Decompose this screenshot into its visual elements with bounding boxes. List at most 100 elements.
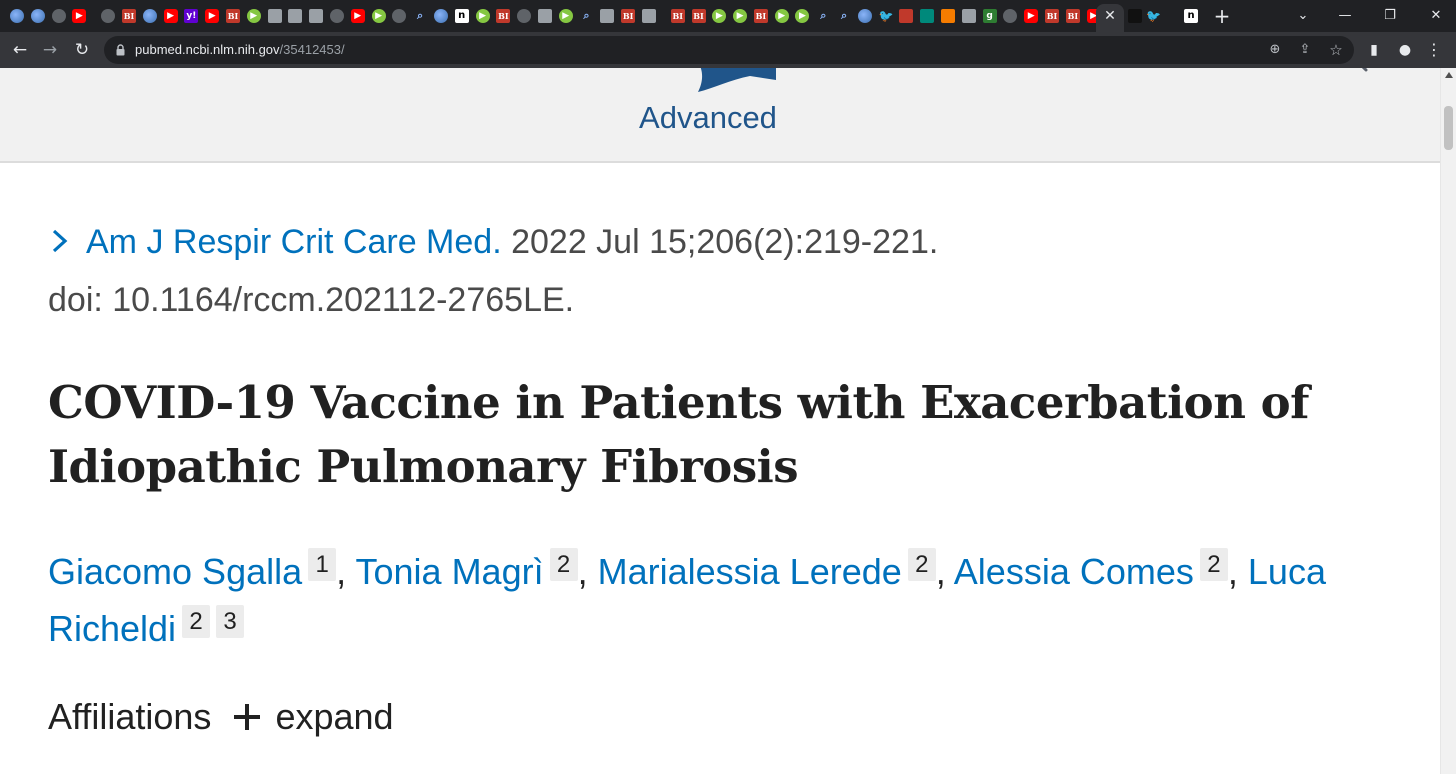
tab-favicon-business-insider-icon[interactable]: BI — [496, 9, 511, 23]
tab-favicon-rumble-icon[interactable]: ▶ — [774, 9, 789, 23]
affiliation-number-button[interactable]: 2 — [1199, 548, 1228, 581]
tab-favicon-red-icon[interactable] — [899, 9, 914, 23]
tab-search-icon[interactable]: ⌄ — [1288, 4, 1318, 28]
tab-favicon-globe-icon[interactable] — [857, 9, 872, 23]
tab-favicon-globe-icon[interactable] — [142, 9, 157, 23]
tab-favicon-search-icon[interactable]: ⌕ — [580, 9, 594, 23]
page-scrollbar[interactable] — [1440, 68, 1456, 774]
affiliation-number-button[interactable]: 1 — [308, 548, 337, 581]
affiliations-label: Affiliations — [48, 696, 212, 737]
tab-favicon-p[interactable] — [1128, 9, 1142, 23]
tab-favicon-rumble-icon[interactable]: ▶ — [475, 9, 490, 23]
tab-favicon-globe-icon[interactable] — [433, 9, 448, 23]
tab-favicon-rumble-icon[interactable]: ▶ — [733, 9, 748, 23]
article-content: Am J Respir Crit Care Med. 2022 Jul 15;2… — [0, 165, 1440, 774]
tab-favicon-yahoo-icon[interactable]: y! — [184, 9, 199, 23]
tab-favicon-youtube-icon[interactable]: ▶ — [1024, 9, 1039, 23]
plus-icon[interactable] — [233, 703, 261, 731]
tab-favicon-business-insider-icon[interactable]: BI — [753, 9, 768, 23]
tab-favicon-gray-icon[interactable] — [309, 9, 324, 23]
author-link[interactable]: Alessia Comes — [954, 551, 1194, 592]
zoom-icon[interactable]: ⊕ — [1264, 40, 1286, 60]
new-tab-button[interactable]: + — [1212, 5, 1232, 27]
tab-favicon-rumble-icon[interactable]: ▶ — [246, 9, 261, 23]
tab-favicon-globe-icon[interactable] — [30, 9, 45, 23]
scrollbar-thumb[interactable] — [1444, 106, 1453, 150]
tab-favicon-youtube-icon[interactable]: ▶ — [72, 9, 87, 23]
tab-favicon-search-icon[interactable]: ⌕ — [816, 9, 830, 23]
tab-favicon-orange-icon[interactable] — [941, 9, 956, 23]
url-path: /35412453/ — [279, 42, 345, 57]
tab-favicon-blank-icon[interactable] — [329, 9, 344, 23]
close-window-button[interactable]: ✕ — [1421, 4, 1451, 28]
tab-favicon-green-icon[interactable]: g — [982, 9, 997, 23]
tab-favicon-business-insider-icon[interactable]: BI — [121, 9, 136, 23]
affiliation-number-button[interactable]: 2 — [907, 548, 936, 581]
share-icon[interactable]: ⇪ — [1294, 40, 1316, 60]
affiliation-number-button[interactable]: 3 — [216, 605, 245, 638]
tab-favicon-youtube-icon[interactable]: ▶ — [163, 9, 178, 23]
minimize-button[interactable]: — — [1330, 4, 1360, 28]
affiliations-expand-button[interactable]: expand — [233, 693, 394, 741]
tab-favicon-business-insider-icon[interactable]: BI — [691, 9, 706, 23]
tab-favicon-rumble-icon[interactable]: ▶ — [795, 9, 810, 23]
tab-favicon-youtube-icon[interactable]: ▶ — [205, 9, 220, 23]
url-text[interactable]: pubmed.ncbi.nlm.nih.gov/35412453/ — [135, 42, 345, 58]
tab-favicon-rumble-icon[interactable]: ▶ — [712, 9, 727, 23]
lock-icon[interactable] — [116, 44, 125, 56]
tab-favicon-teal-icon[interactable] — [920, 9, 935, 23]
tab-favicon-blank-icon[interactable] — [101, 9, 116, 23]
author-link[interactable]: Tonia Magrì — [356, 551, 544, 592]
tab-favicon-business-insider-icon[interactable]: BI — [1045, 9, 1060, 23]
forward-button[interactable]: → — [38, 38, 62, 62]
tab-favicon-youtube-icon[interactable]: ▶ — [350, 9, 365, 23]
tab-favicon-business-insider-icon[interactable]: BI — [225, 9, 240, 23]
author-list: Giacomo Sgalla 1, Tonia Magrì 2, Marialess… — [48, 543, 1348, 657]
tab-favicon-business-insider-icon[interactable]: BI — [670, 9, 685, 23]
tab-favicon-gray-icon[interactable] — [267, 9, 282, 23]
tab-favicon-gray-icon[interactable] — [961, 9, 976, 23]
journal-link[interactable]: Am J Respir Crit Care Med. — [86, 223, 502, 261]
tab-favicon-gray-icon[interactable] — [288, 9, 303, 23]
tab-favicon-blank-icon[interactable] — [392, 9, 407, 23]
browser-menu-icon[interactable]: ⋮ — [1422, 38, 1446, 62]
profile-avatar-icon[interactable]: ● — [1393, 38, 1417, 62]
tab-favicon-gray-icon[interactable] — [537, 9, 552, 23]
tab-favicon-blank-icon[interactable] — [1003, 9, 1018, 23]
address-bar[interactable]: pubmed.ncbi.nlm.nih.gov/35412453/ ⊕ ⇪ ☆ — [104, 36, 1354, 64]
reload-button[interactable]: ↻ — [70, 38, 94, 62]
restore-button[interactable]: ❐ — [1375, 4, 1405, 28]
url-host: pubmed.ncbi.nlm.nih.gov — [135, 42, 280, 57]
tab-favicon-search-icon[interactable]: ⌕ — [413, 9, 427, 23]
tab-favicon-blank-icon[interactable] — [517, 9, 532, 23]
author-link[interactable]: Giacomo Sgalla — [48, 551, 302, 592]
tab-favicon-search-icon[interactable]: ⌕ — [837, 9, 851, 23]
back-button[interactable]: ← — [8, 38, 32, 62]
side-panel-icon[interactable]: ▮ — [1362, 38, 1386, 62]
advanced-search-link[interactable]: Advanced — [0, 100, 1416, 136]
tab-favicon-gray-icon[interactable] — [600, 9, 615, 23]
tab-favicon-rumble-icon[interactable]: ▶ — [371, 9, 386, 23]
tab-favicon-twitter-icon[interactable]: 🐦 — [879, 9, 893, 23]
affiliation-number-button[interactable]: 2 — [182, 605, 211, 638]
chevron-right-icon[interactable] — [48, 228, 72, 254]
author-link[interactable]: Marialessia Lerede — [598, 551, 902, 592]
tab-favicon-globe-icon[interactable] — [10, 9, 24, 23]
tab-favicon-business-insider-icon[interactable]: BI — [1065, 9, 1080, 23]
tab-favicon-n[interactable]: n — [1184, 9, 1198, 23]
tab-favicon-rumble-icon[interactable]: ▶ — [558, 9, 573, 23]
search-icon[interactable] — [1348, 68, 1380, 80]
tab-favicon-business-insider-icon[interactable]: BI — [621, 9, 636, 23]
browser-tab-strip: ▶ BI ▶ y! ▶ BI ▶ ▶ ▶ ⌕ n ▶ BI ▶ ⌕ BI BI BI ▶ ▶ BI ▶ ▶ ⌕ ⌕ 🐦 g ▶ BI BI… — [0, 0, 1456, 32]
tab-favicon-blank-icon[interactable] — [51, 9, 66, 23]
affiliation-number-button[interactable]: 2 — [549, 548, 578, 581]
tab-favicon-n-icon[interactable]: n — [454, 9, 469, 23]
tab-favicon-gray-icon[interactable] — [641, 9, 656, 23]
browser-toolbar: ← → ↻ pubmed.ncbi.nlm.nih.gov/35412453/ … — [0, 32, 1456, 68]
twitter-icon[interactable]: 🐦 — [1146, 9, 1161, 23]
citation-doi: doi: 10.1164/rccm.202112-2765LE. — [48, 281, 575, 319]
scroll-up-arrow-icon[interactable] — [1445, 72, 1453, 78]
bookmark-star-icon[interactable]: ☆ — [1325, 40, 1347, 60]
close-tab-icon[interactable]: ✕ — [1101, 6, 1119, 26]
pubmed-logo[interactable] — [518, 68, 890, 98]
